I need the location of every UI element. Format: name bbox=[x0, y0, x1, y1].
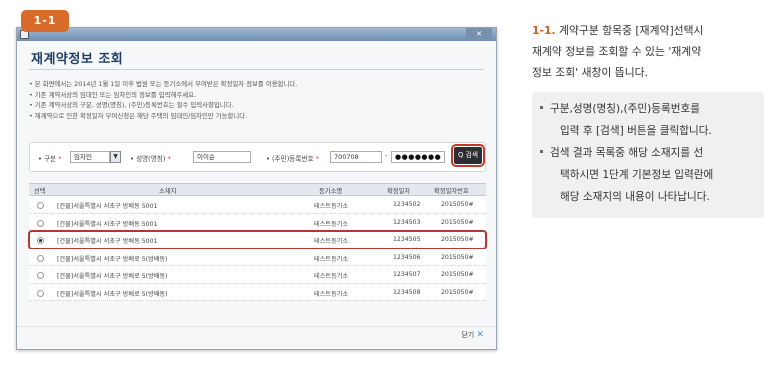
cell-number: 2015050# bbox=[441, 236, 474, 243]
cell-office: 테스트등기소 bbox=[314, 290, 349, 298]
header-select: 선택 bbox=[34, 188, 46, 195]
cell-number: 2015050# bbox=[441, 253, 474, 261]
cell-number: 2015050# bbox=[441, 271, 474, 278]
cell-office: 테스트등기소 bbox=[314, 238, 349, 245]
type-select[interactable]: 임차인 bbox=[70, 151, 110, 163]
header-number: 확정일자번호 bbox=[434, 188, 469, 195]
search-form: • 구분 * 임차인 ▼ • 성명(명칭) * 이이순 • (주민)등록번호 *… bbox=[29, 142, 486, 172]
result-table: 선택 소재지 등기소명 확정일자 확정일자번호 [건물]서울특별시 서초구 방배… bbox=[28, 183, 487, 301]
type-label: • 구분 * bbox=[38, 155, 62, 163]
cell-date: 1234505 bbox=[393, 236, 421, 243]
step-number: 1-1. bbox=[532, 24, 556, 37]
cell-date: 1234502 bbox=[393, 201, 421, 208]
row-radio[interactable] bbox=[37, 202, 44, 209]
table-row[interactable]: [건물]서울특별시 서초구 방배로 5(방배동) 테스트등기소 1234508 201… bbox=[29, 283, 486, 301]
table-row[interactable]: [건물]서울특별시 서초구 방배로 5(방배동) 테스트등기소 1234507 201… bbox=[29, 266, 486, 284]
footer-divider bbox=[17, 326, 496, 327]
cell-office: 테스트등기소 bbox=[314, 273, 349, 280]
notice-item: • 기존 계약서상의 구분, 성명(명칭), (주민)등록번호는 필수 입력사항… bbox=[29, 101, 234, 109]
notice-item: • 기존 계약서상의 임대인 또는 임차인의 정보를 입력해주세요. bbox=[29, 90, 197, 99]
info-line: 구분,성명(명칭),(주민)등록번호를 bbox=[550, 103, 700, 115]
cell-office: 테스트등기소 bbox=[314, 220, 349, 228]
close-button-label: 닫기 bbox=[461, 331, 475, 339]
table-row[interactable]: [건물]서울특별시 서초구 방배동 5001 테스트등기소 1234502 20150… bbox=[29, 196, 486, 214]
info-line: 해당 소재지의 내용이 나타납니다. bbox=[560, 191, 710, 203]
info-line: 택하시면 1단계 기본정보 입력란에 bbox=[560, 169, 714, 181]
regno-front-field[interactable]: 700708 bbox=[330, 151, 382, 163]
row-radio[interactable] bbox=[37, 237, 44, 244]
dialog-window: × 재계약정보 조회 • 본 화면에서는 2014년 1월 1일 이후 법원 또… bbox=[16, 27, 497, 350]
window-close-icon[interactable]: × bbox=[466, 28, 492, 39]
chevron-down-icon[interactable]: ▼ bbox=[110, 151, 121, 163]
row-radio[interactable] bbox=[37, 219, 44, 227]
bullet-icon bbox=[540, 106, 543, 109]
cell-address: [건물]서울특별시 서초구 방배동 5001 bbox=[57, 238, 158, 245]
notice-item: • 본 화면에서는 2014년 1월 1일 이후 법원 또는 등기소에서 부여받… bbox=[29, 80, 298, 88]
step-line: 1-1. 계약구분 항목중 [재계약]선택시 bbox=[532, 20, 772, 41]
header-address: 소재지 bbox=[159, 188, 177, 195]
notice-item: • 재계약으로 인한 확정일자 부여신청은 해당 주택의 임대인/임차인만 가능… bbox=[29, 111, 248, 120]
step-badge: 1-1 bbox=[21, 10, 69, 32]
title-divider bbox=[29, 69, 484, 70]
header-office: 등기소명 bbox=[319, 188, 343, 195]
cell-address: [건물]서울특별시 서초구 방배동 5001 bbox=[57, 220, 158, 228]
info-item: 검색 결과 목록중 해당 소재지를 선 택하시면 1단계 기본정보 입력란에 해… bbox=[540, 142, 760, 208]
info-line: 검색 결과 목록중 해당 소재지를 선 bbox=[550, 147, 704, 159]
cell-address: [건물]서울특별시 서초구 방배로 5(방배동) bbox=[57, 273, 168, 280]
info-box: 구분,성명(명칭),(주민)등록번호를 입력 후 [검색] 버튼을 클릭합니다.… bbox=[532, 92, 764, 218]
cell-office: 테스트등기소 bbox=[314, 255, 349, 263]
table-row[interactable]: [건물]서울특별시 서초구 방배로 5(방배동) 테스트등기소 1234506 201… bbox=[29, 248, 486, 266]
name-label: • 성명(명칭) * bbox=[130, 155, 171, 163]
cell-office: 테스트등기소 bbox=[314, 203, 349, 210]
close-button[interactable]: 닫기 ✕ bbox=[461, 330, 484, 340]
row-radio[interactable] bbox=[37, 272, 44, 279]
name-field[interactable]: 이이순 bbox=[193, 151, 251, 163]
step-description: 1-1. 계약구분 항목중 [재계약]선택시 재계약 정보를 조회할 수 있는 … bbox=[532, 20, 772, 83]
cell-date: 1234503 bbox=[393, 218, 421, 226]
cell-date: 1234506 bbox=[393, 253, 421, 261]
step-text: 계약구분 항목중 [재계약]선택시 bbox=[555, 24, 704, 37]
regno-label: • (주민)등록번호 * bbox=[266, 155, 319, 163]
step-line: 정보 조회' 새창이 뜹니다. bbox=[532, 66, 649, 79]
regno-dash: - bbox=[385, 152, 388, 160]
table-header: 선택 소재지 등기소명 확정일자 확정일자번호 bbox=[29, 183, 486, 196]
close-icon: ✕ bbox=[476, 330, 484, 340]
info-line: 입력 후 [검색] 버튼을 클릭합니다. bbox=[560, 125, 712, 137]
cell-number: 2015050# bbox=[441, 218, 474, 226]
cell-number: 2015050# bbox=[441, 201, 474, 208]
regno-back-field[interactable]: ●●●●●●● bbox=[391, 151, 445, 163]
window-titlebar: × bbox=[17, 28, 496, 41]
cell-date: 1234507 bbox=[393, 271, 421, 278]
search-button[interactable]: Q 검색 bbox=[451, 144, 485, 167]
table-row[interactable]: [건물]서울특별시 서초구 방배동 5001 테스트등기소 1234503 20150… bbox=[29, 213, 486, 231]
cell-address: [건물]서울특별시 서초구 방배동 5001 bbox=[57, 203, 158, 210]
cell-address: [건물]서울특별시 서초구 방배로 5(방배동) bbox=[57, 255, 168, 263]
notice-list: • 본 화면에서는 2014년 1월 1일 이후 법원 또는 등기소에서 부여받… bbox=[29, 79, 479, 121]
row-radio[interactable] bbox=[37, 289, 44, 297]
cell-date: 1234508 bbox=[393, 288, 421, 296]
cell-address: [건물]서울특별시 서초구 방배로 5(방배동) bbox=[57, 290, 168, 298]
header-date: 확정일자 bbox=[387, 188, 411, 195]
cell-number: 2015050# bbox=[441, 288, 474, 296]
info-item: 구분,성명(명칭),(주민)등록번호를 입력 후 [검색] 버튼을 클릭합니다. bbox=[540, 98, 760, 142]
dialog-title: 재계약정보 조회 bbox=[31, 52, 124, 67]
table-row[interactable]: [건물]서울특별시 서초구 방배동 5001 테스트등기소 1234505 20150… bbox=[28, 230, 487, 250]
row-radio[interactable] bbox=[37, 254, 44, 262]
bullet-icon bbox=[540, 150, 543, 153]
step-line: 재계약 정보를 조회할 수 있는 '재계약 bbox=[532, 45, 702, 58]
